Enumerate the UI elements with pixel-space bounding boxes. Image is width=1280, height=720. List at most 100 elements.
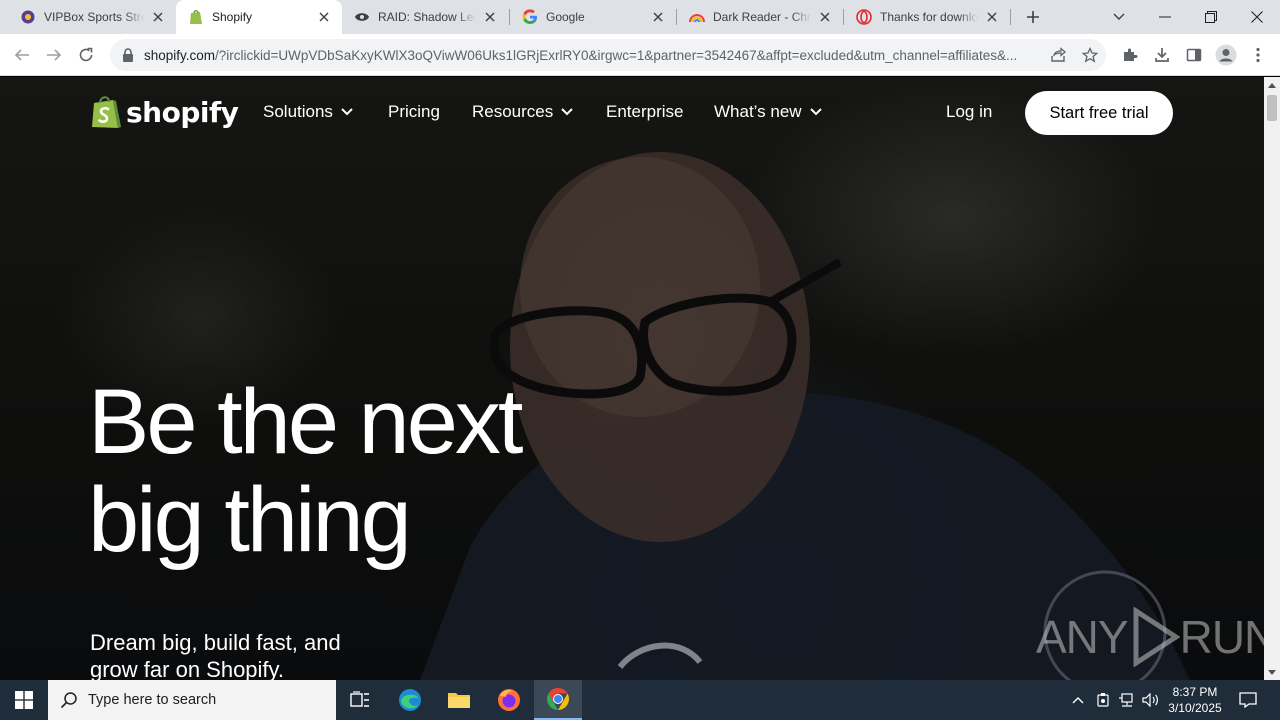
- start-free-trial-button[interactable]: Start free trial: [1025, 91, 1173, 135]
- nav-enterprise[interactable]: Enterprise: [606, 102, 683, 122]
- scrollbar-thumb[interactable]: [1267, 95, 1277, 121]
- chrome-icon: [547, 688, 569, 710]
- show-hidden-icons-button[interactable]: [1068, 680, 1088, 720]
- page-scrollbar[interactable]: [1264, 77, 1280, 680]
- nav-label: What’s new: [714, 102, 802, 121]
- nav-solutions[interactable]: Solutions: [263, 102, 353, 122]
- url-host: shopify.com: [144, 47, 216, 63]
- network-icon[interactable]: [1116, 680, 1138, 720]
- reload-icon: [79, 47, 93, 62]
- anyrun-watermark: ANY RUN: [1036, 607, 1264, 667]
- close-tab-icon[interactable]: [650, 9, 666, 25]
- notifications-button[interactable]: [1234, 680, 1262, 720]
- taskbar-edge[interactable]: [386, 680, 434, 720]
- tab-vipbox[interactable]: VIPBox Sports Streams: [8, 0, 176, 34]
- download-icon: [1155, 48, 1169, 62]
- minimize-button[interactable]: [1142, 0, 1188, 34]
- dark-reader-favicon-icon: [689, 9, 705, 25]
- folder-icon: [448, 693, 470, 708]
- nav-label: Solutions: [263, 102, 333, 121]
- tab-google[interactable]: Google: [510, 0, 676, 34]
- forward-button[interactable]: [40, 41, 68, 69]
- close-window-button[interactable]: [1234, 0, 1280, 34]
- tab-title: RAID: Shadow Legends: [378, 10, 476, 24]
- firefox-icon: [498, 689, 520, 711]
- tab-shopify[interactable]: Shopify: [176, 0, 342, 34]
- profile-button[interactable]: [1212, 41, 1240, 69]
- chevron-down-icon: [561, 108, 573, 116]
- tab-separator: [1010, 9, 1011, 25]
- shopify-bag-icon: [92, 96, 121, 128]
- task-view-button[interactable]: [336, 680, 384, 720]
- close-icon: [1251, 11, 1263, 23]
- taskbar-firefox[interactable]: [485, 680, 533, 720]
- play-triangle-icon: [1133, 607, 1180, 667]
- start-button[interactable]: [0, 680, 48, 720]
- close-tab-icon[interactable]: [482, 9, 498, 25]
- star-icon: [1082, 47, 1098, 63]
- scroll-down-arrow-icon[interactable]: [1264, 664, 1280, 680]
- scroll-up-arrow-icon[interactable]: [1264, 77, 1280, 93]
- tab-title: VIPBox Sports Streams: [44, 10, 144, 24]
- taskbar-file-explorer[interactable]: [435, 680, 483, 720]
- address-bar[interactable]: shopify.com/?irclickid=UWpVDbSaKxyKWlX3o…: [110, 39, 1106, 71]
- chevron-down-icon: [809, 108, 822, 116]
- puzzle-icon: [1124, 48, 1138, 61]
- volume-icon[interactable]: [1140, 680, 1162, 720]
- shopify-logo[interactable]: shopify: [90, 94, 239, 130]
- close-tab-icon[interactable]: [984, 9, 1000, 25]
- nav-resources[interactable]: Resources: [472, 102, 573, 122]
- task-view-icon: [350, 691, 369, 707]
- tray-device-icon[interactable]: [1092, 680, 1114, 720]
- notification-icon: [1239, 692, 1257, 708]
- arrow-right-icon: [47, 49, 62, 61]
- nav-label: Pricing: [388, 102, 440, 121]
- close-tab-icon[interactable]: [817, 9, 833, 25]
- url-text: shopify.com/?irclickid=UWpVDbSaKxyKWlX3o…: [144, 48, 1042, 63]
- hero-headline: Be the next big thing: [88, 371, 523, 569]
- google-favicon-icon: [522, 9, 538, 25]
- new-tab-button[interactable]: [1022, 6, 1044, 28]
- minimize-icon: [1159, 16, 1171, 18]
- taskbar-chrome[interactable]: [534, 680, 582, 720]
- url-path: /?irclickid=UWpVDbSaKxyKWlX3oQViwW06Uks1…: [215, 47, 1018, 63]
- opera-favicon-icon: [856, 9, 872, 25]
- nav-whats-new[interactable]: What’s new: [714, 102, 822, 122]
- close-tab-icon[interactable]: [316, 9, 332, 25]
- back-button[interactable]: [8, 41, 36, 69]
- side-panel-button[interactable]: [1180, 41, 1208, 69]
- tab-title: Google: [546, 10, 585, 24]
- tab-dark-reader[interactable]: Dark Reader - Chrome: [677, 0, 843, 34]
- taskbar-search-box[interactable]: Type here to search: [48, 680, 336, 720]
- plus-icon: [1027, 11, 1039, 23]
- tab-search-button[interactable]: [1096, 0, 1142, 34]
- edge-icon: [399, 689, 421, 711]
- lock-icon[interactable]: [120, 47, 136, 63]
- tab-opera[interactable]: Thanks for downloading: [844, 0, 1010, 34]
- tab-title: Dark Reader - Chrome: [713, 10, 811, 24]
- vipbox-favicon-icon: [20, 9, 36, 25]
- restore-button[interactable]: [1188, 0, 1234, 34]
- tab-raid[interactable]: RAID: Shadow Legends: [342, 0, 508, 34]
- clock-date: 3/10/2025: [1168, 701, 1222, 715]
- tab-title: Thanks for downloading: [880, 10, 978, 24]
- reload-button[interactable]: [72, 41, 100, 69]
- restore-icon: [1205, 11, 1217, 23]
- taskbar-clock[interactable]: 8:37 PM 3/10/2025: [1160, 684, 1230, 716]
- bookmark-button[interactable]: [1076, 41, 1104, 69]
- shopify-favicon-icon: [188, 9, 204, 25]
- watermark-text-right: RUN: [1179, 611, 1264, 663]
- login-link[interactable]: Log in: [946, 102, 992, 122]
- nav-pricing[interactable]: Pricing: [388, 102, 440, 122]
- share-button[interactable]: [1044, 41, 1072, 69]
- close-tab-icon[interactable]: [150, 9, 166, 25]
- extensions-button[interactable]: [1116, 41, 1144, 69]
- downloads-button[interactable]: [1148, 41, 1176, 69]
- raid-favicon-icon: [354, 9, 370, 25]
- arrow-left-icon: [14, 49, 29, 61]
- brand-wordmark: shopify: [126, 95, 239, 129]
- menu-button[interactable]: [1244, 41, 1272, 69]
- hero-headline-line-1: Be the next: [88, 371, 523, 473]
- watermark-text-left: ANY: [1036, 611, 1129, 663]
- page-viewport: shopify Solutions Pricing Resources Ente…: [0, 77, 1264, 680]
